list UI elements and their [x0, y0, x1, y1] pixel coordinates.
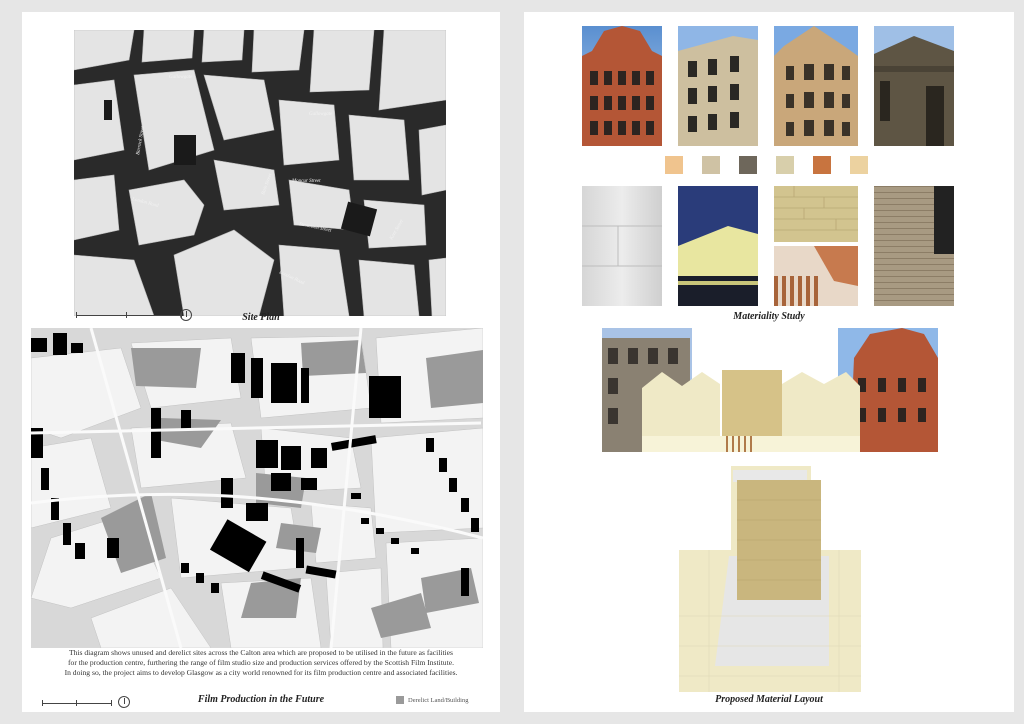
building-photo-corner-tower [774, 26, 858, 146]
material-swatch-3 [739, 156, 757, 174]
street-label-moncur-street: Moncur Street [291, 179, 321, 184]
description-line-2: for the production centre, furthering th… [68, 658, 454, 667]
material-layout-plan [679, 466, 861, 692]
material-swatch-2 [702, 156, 720, 174]
material-photo-brick-wall [874, 186, 954, 306]
materiality-study-caption: Materiality Study [733, 311, 805, 322]
material-photo-sandstone-blocks [774, 186, 858, 242]
site-plan-map: Gallowgate Gallowgate London Road Moncur… [74, 30, 446, 316]
right-sheet: Materiality Study Proposed Material Layo… [524, 12, 1014, 712]
street-label-gallowgate-2: Gallowgate [309, 112, 333, 117]
building-photo-red-sandstone [582, 26, 662, 146]
material-photo-timber-slats [774, 246, 858, 306]
material-swatch-4 [776, 156, 794, 174]
derelict-legend: Derelict Land/Building [396, 696, 468, 704]
left-sheet: Gallowgate Gallowgate London Road Moncur… [22, 12, 500, 712]
film-production-map [31, 328, 483, 648]
material-photo-glowing-building [678, 186, 758, 306]
material-photo-translucent-panels [582, 186, 662, 306]
derelict-legend-label: Derelict Land/Building [408, 696, 469, 704]
future-map-description: This diagram shows unused and derelict s… [40, 648, 482, 678]
material-layout-caption: Proposed Material Layout [715, 694, 823, 705]
description-line-1: This diagram shows unused and derelict s… [68, 648, 453, 657]
derelict-legend-swatch [396, 696, 404, 704]
elevation-montage [602, 328, 938, 452]
building-photo-tenement [678, 26, 758, 146]
material-swatch-6 [850, 156, 868, 174]
building-photo-classical-facade [874, 26, 954, 146]
site-plan-caption: Site Plan [242, 312, 280, 323]
material-swatch-5 [813, 156, 831, 174]
material-swatch-1 [665, 156, 683, 174]
street-label-gallowgate-1: Gallowgate [169, 75, 193, 80]
description-line-3: In doing so, the project aims to develop… [64, 668, 458, 677]
